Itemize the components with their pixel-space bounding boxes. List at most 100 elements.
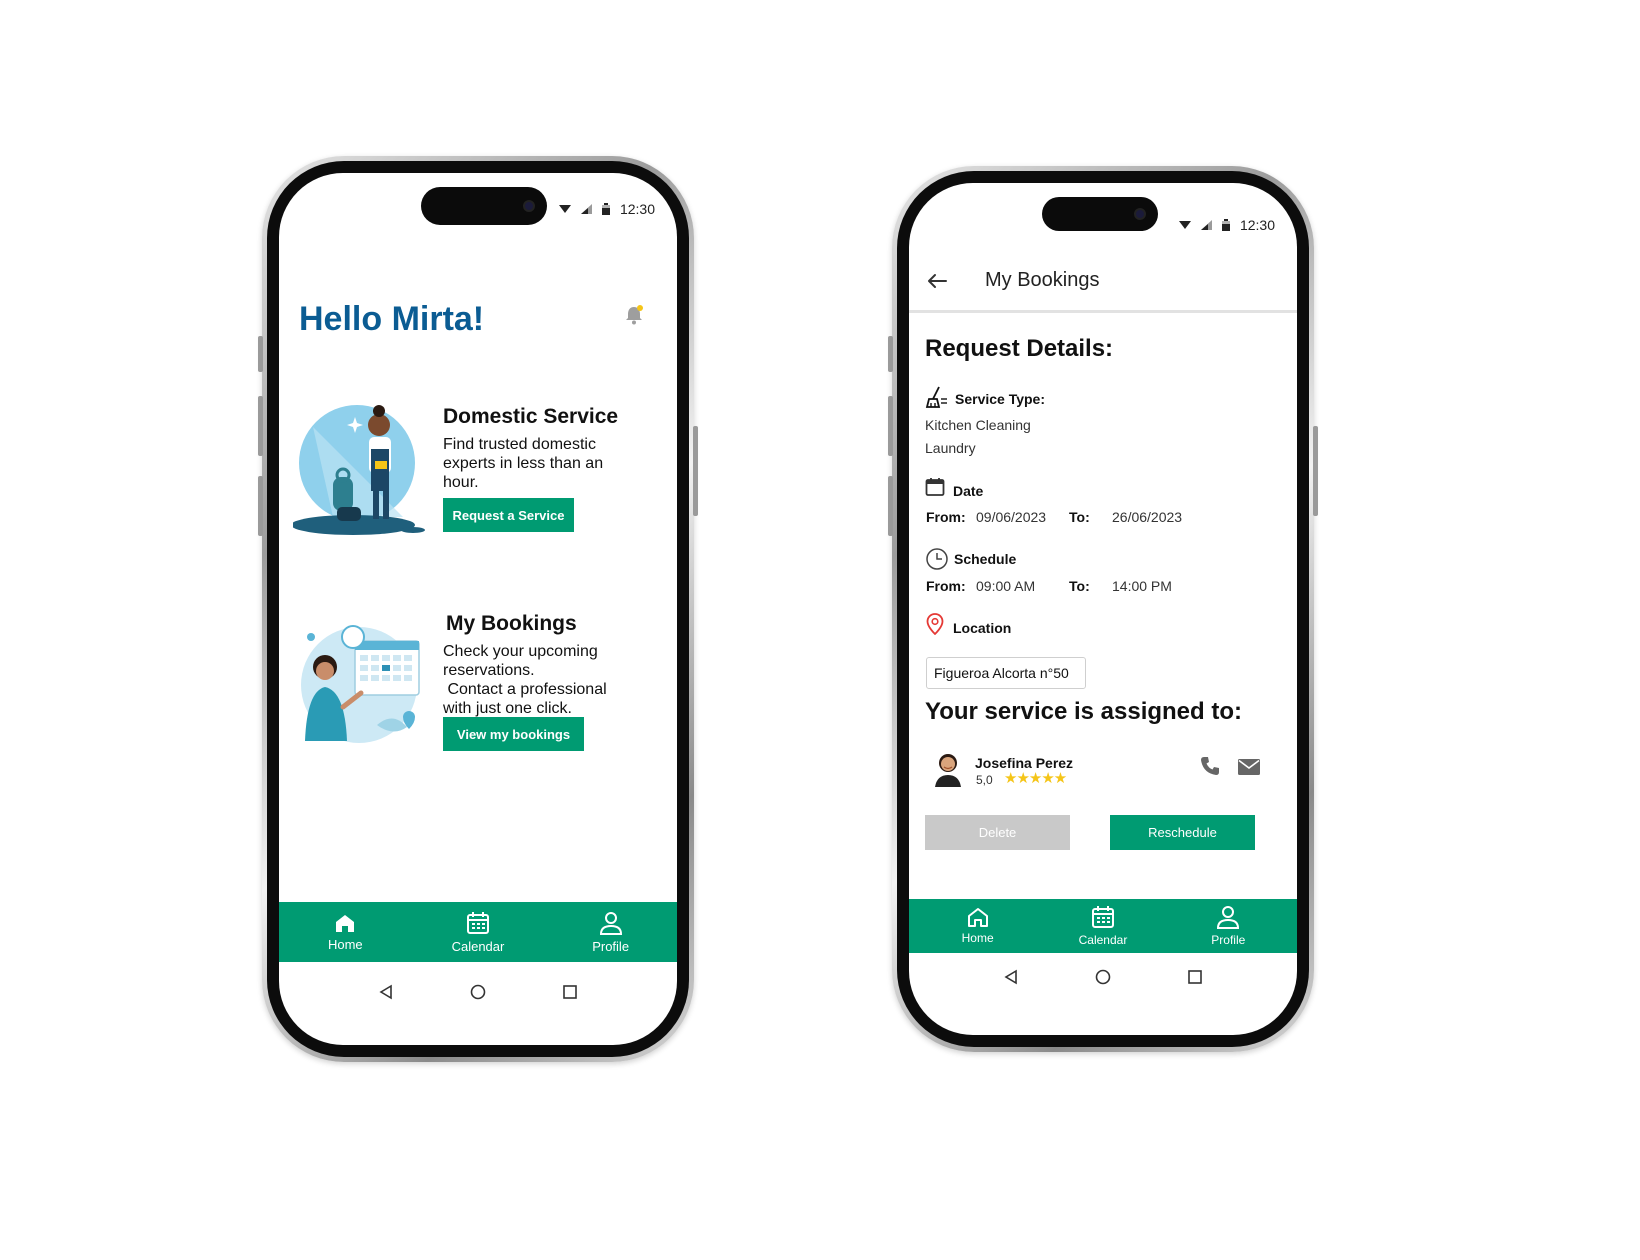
side-button	[258, 336, 263, 372]
domestic-service-desc: Find trusted domestic experts in less th…	[443, 435, 603, 492]
page-title: My Bookings	[985, 269, 1100, 291]
tab-calendar[interactable]: Calendar	[1048, 905, 1158, 947]
date-from-label: From:	[926, 509, 966, 525]
dynamic-island	[421, 187, 547, 225]
home-circle-icon[interactable]	[1095, 969, 1111, 985]
tab-label: Profile	[592, 938, 630, 954]
tab-home[interactable]: Home	[290, 913, 400, 952]
request-service-button[interactable]: Request a Service	[443, 498, 574, 532]
desc-line: Contact a professional	[443, 681, 607, 698]
cleaning-illustration	[293, 405, 425, 535]
time-from-label: From:	[926, 578, 966, 594]
location-pin-icon	[926, 613, 944, 635]
tab-label: Home	[327, 936, 363, 952]
home-screen: 12:30 Hello Mirta! Domestic Service Find…	[279, 173, 677, 1045]
date-label: Date	[953, 483, 984, 499]
avatar[interactable]	[929, 747, 967, 787]
tab-home[interactable]: Home	[923, 907, 1033, 945]
camera-icon	[523, 200, 535, 212]
side-button	[258, 476, 263, 536]
delete-button[interactable]: Delete	[925, 815, 1070, 850]
email-icon[interactable]	[1238, 759, 1260, 775]
status-time: 12:30	[619, 201, 655, 217]
phone-bezel: 12:30 Hello Mirta! Domestic Service Find…	[267, 161, 689, 1057]
wifi-icon	[558, 205, 571, 213]
profile-icon	[1217, 906, 1240, 929]
rating-stars: ★★★★★	[1004, 770, 1067, 787]
time-to-label: To:	[1069, 578, 1090, 594]
status-bar: 12:30	[558, 201, 655, 217]
app-top-bar: My Bookings	[909, 251, 1297, 313]
view-bookings-button[interactable]: View my bookings	[443, 717, 584, 751]
phone-call-icon[interactable]	[1200, 756, 1220, 776]
bottom-tab-bar: Home Calendar Profile	[909, 899, 1297, 953]
tab-label: Calendar	[451, 938, 505, 954]
home-icon	[336, 914, 355, 932]
date-from-value: 09/06/2023	[976, 509, 1047, 525]
my-bookings-title: My Bookings	[446, 612, 577, 635]
calendar-icon	[1091, 906, 1114, 928]
service-item: Kitchen Cleaning	[925, 417, 1031, 433]
phone-bezel: 12:30 My Bookings Request Details: Servi…	[897, 171, 1309, 1047]
date-to-label: To:	[1069, 509, 1090, 525]
side-button	[888, 396, 893, 456]
signal-icon	[580, 204, 592, 214]
reschedule-button[interactable]: Reschedule	[1110, 815, 1255, 850]
desc-line: with just one click.	[443, 700, 572, 717]
tab-label: Home	[961, 931, 994, 945]
greeting-title: Hello Mirta!	[299, 300, 485, 338]
battery-icon	[601, 203, 610, 215]
rating-value: 5,0	[976, 773, 993, 787]
bookings-illustration	[301, 625, 420, 743]
broom-icon	[925, 386, 947, 408]
battery-icon	[1221, 219, 1230, 231]
tab-calendar[interactable]: Calendar	[423, 911, 533, 954]
side-button	[888, 336, 893, 372]
clock-icon	[926, 548, 948, 570]
tab-label: Calendar	[1078, 933, 1128, 947]
desc-line: experts in less than an	[443, 455, 604, 472]
desc-line: hour.	[443, 474, 479, 491]
wifi-icon	[1178, 221, 1191, 229]
location-field[interactable]: Figueroa Alcorta n°50	[926, 657, 1086, 689]
status-bar: 12:30	[1178, 217, 1275, 233]
location-label: Location	[953, 620, 1012, 636]
bottom-tab-bar: Home Calendar Profile	[279, 902, 677, 962]
side-button	[888, 476, 893, 536]
back-triangle-icon[interactable]	[378, 984, 394, 1000]
desc-line: reservations.	[443, 662, 535, 679]
system-nav-bar	[909, 957, 1297, 997]
bell-icon[interactable]	[623, 304, 645, 326]
recents-square-icon[interactable]	[1187, 969, 1203, 985]
dynamic-island	[1042, 197, 1158, 231]
desc-line: Check your upcoming	[443, 643, 598, 660]
recents-square-icon[interactable]	[562, 984, 578, 1000]
status-time: 12:30	[1239, 217, 1275, 233]
request-details-heading: Request Details:	[925, 335, 1114, 362]
tab-label: Profile	[1211, 933, 1246, 947]
tab-profile[interactable]: Profile	[1173, 905, 1283, 947]
calendar-icon	[925, 478, 945, 496]
my-bookings-desc: Check your upcoming reservations. Contac…	[443, 642, 607, 718]
time-from-value: 09:00 AM	[976, 578, 1036, 594]
assigned-heading: Your service is assigned to:	[925, 698, 1243, 725]
tab-profile[interactable]: Profile	[556, 911, 666, 954]
home-icon	[967, 908, 988, 927]
back-triangle-icon[interactable]	[1003, 969, 1019, 985]
side-button	[258, 396, 263, 456]
profile-icon	[599, 911, 622, 935]
date-to-value: 26/06/2023	[1112, 509, 1183, 525]
bookings-screen: 12:30 My Bookings Request Details: Servi…	[909, 183, 1297, 1035]
camera-icon	[1134, 208, 1146, 220]
service-item: Laundry	[925, 440, 976, 456]
time-to-value: 14:00 PM	[1112, 578, 1172, 594]
system-nav-bar	[279, 972, 677, 1012]
domestic-service-title: Domestic Service	[443, 405, 619, 428]
back-arrow-icon[interactable]	[927, 273, 947, 289]
calendar-icon	[466, 911, 489, 934]
service-type-label: Service Type:	[955, 391, 1046, 407]
home-circle-icon[interactable]	[470, 984, 486, 1000]
schedule-label: Schedule	[954, 551, 1017, 567]
signal-icon	[1200, 220, 1212, 230]
side-button	[1313, 426, 1318, 516]
